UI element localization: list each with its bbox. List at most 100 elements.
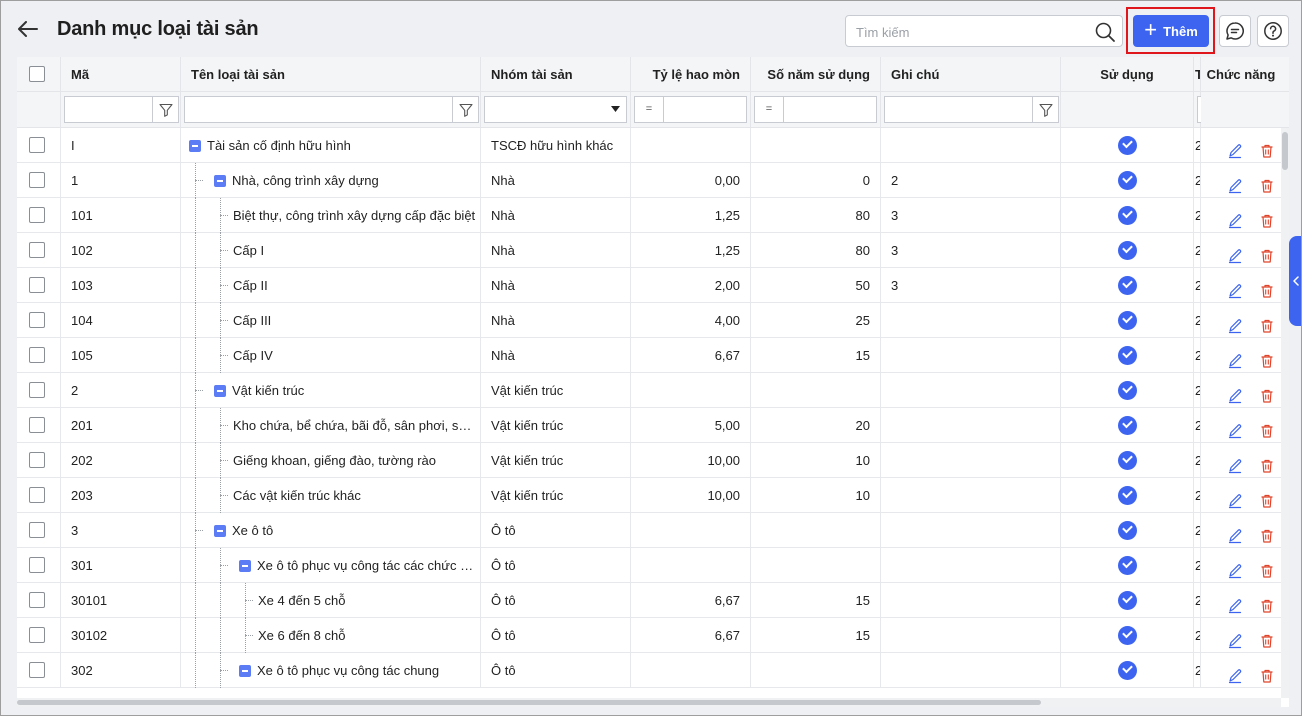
row-checkbox[interactable] xyxy=(29,627,45,643)
delete-icon[interactable] xyxy=(1259,487,1275,508)
table-row[interactable]: I Tài sản cố định hữu hình TSCĐ hữu hình k… xyxy=(17,128,1281,163)
row-checkbox[interactable] xyxy=(29,312,45,328)
row-checkbox[interactable] xyxy=(29,417,45,433)
help-button[interactable] xyxy=(1257,15,1289,47)
filter-rate-operator[interactable]: = xyxy=(634,96,664,123)
delete-icon[interactable] xyxy=(1259,662,1275,683)
table-row[interactable]: 3 Xe ô tô Ô tô 2 xyxy=(17,513,1281,548)
horizontal-scrollbar[interactable] xyxy=(17,698,1281,707)
delete-icon[interactable] xyxy=(1259,592,1275,613)
delete-icon[interactable] xyxy=(1259,172,1275,193)
header-use[interactable]: Sử dụng xyxy=(1061,57,1194,92)
edit-icon[interactable] xyxy=(1227,592,1243,614)
table-row[interactable]: 104 Cấp III Nhà4,0025 2 xyxy=(17,303,1281,338)
edit-icon[interactable] xyxy=(1227,242,1243,264)
delete-icon[interactable] xyxy=(1259,627,1275,648)
edit-icon[interactable] xyxy=(1227,382,1243,404)
collapse-icon[interactable] xyxy=(239,665,251,677)
header-name[interactable]: Tên loại tài sản xyxy=(181,57,481,92)
filter-years-operator[interactable]: = xyxy=(754,96,784,123)
table-row[interactable]: 105 Cấp IV Nhà6,6715 2 xyxy=(17,338,1281,373)
filter-name-input[interactable] xyxy=(184,96,453,123)
edit-icon[interactable] xyxy=(1227,452,1243,474)
filter-note-input[interactable] xyxy=(884,96,1033,123)
row-checkbox[interactable] xyxy=(29,242,45,258)
search-box[interactable] xyxy=(845,15,1123,47)
delete-icon[interactable] xyxy=(1259,312,1275,333)
edit-icon[interactable] xyxy=(1227,557,1243,579)
collapse-icon[interactable] xyxy=(214,525,226,537)
feedback-button[interactable] xyxy=(1219,15,1251,47)
side-panel-toggle[interactable] xyxy=(1289,236,1301,326)
header-code[interactable]: Mã xyxy=(61,57,181,92)
vertical-scroll-thumb[interactable] xyxy=(1282,132,1288,170)
table-row[interactable]: 30102 Xe 6 đến 8 chỗ Ô tô6,6715 2 xyxy=(17,618,1281,653)
table-row[interactable]: 2 Vật kiến trúc Vật kiến trúc 2 xyxy=(17,373,1281,408)
table-row[interactable]: 1Nhà, công trình xây dựngNhà0,00022 xyxy=(17,163,1281,198)
row-checkbox[interactable] xyxy=(29,382,45,398)
header-extra[interactable]: T xyxy=(1194,57,1201,92)
row-checkbox[interactable] xyxy=(29,592,45,608)
table-row[interactable]: 202 Giếng khoan, giếng đào, tường rào Vật … xyxy=(17,443,1281,478)
row-checkbox[interactable] xyxy=(29,557,45,573)
delete-icon[interactable] xyxy=(1259,522,1275,543)
edit-icon[interactable] xyxy=(1227,627,1243,649)
filter-group-select[interactable] xyxy=(484,96,627,123)
delete-icon[interactable] xyxy=(1259,452,1275,473)
edit-icon[interactable] xyxy=(1227,662,1243,684)
header-years[interactable]: Số năm sử dụng xyxy=(751,57,881,92)
row-checkbox[interactable] xyxy=(29,277,45,293)
filter-rate-input[interactable] xyxy=(664,96,747,123)
delete-icon[interactable] xyxy=(1259,557,1275,578)
delete-icon[interactable] xyxy=(1259,417,1275,438)
horizontal-scroll-thumb[interactable] xyxy=(17,700,1041,705)
collapse-icon[interactable] xyxy=(239,560,251,572)
select-all-checkbox[interactable] xyxy=(29,66,45,82)
filter-code-button[interactable] xyxy=(153,96,179,123)
table-row[interactable]: 203 Các vật kiến trúc khác Vật kiến trúc 10… xyxy=(17,478,1281,513)
edit-icon[interactable] xyxy=(1227,277,1243,299)
edit-icon[interactable] xyxy=(1227,172,1243,194)
delete-icon[interactable] xyxy=(1259,277,1275,298)
vertical-scrollbar[interactable] xyxy=(1281,128,1289,698)
filter-name-button[interactable] xyxy=(453,96,479,123)
filter-note-button[interactable] xyxy=(1033,96,1059,123)
edit-icon[interactable] xyxy=(1227,417,1243,439)
row-checkbox[interactable] xyxy=(29,487,45,503)
table-row[interactable]: 301 Xe ô tô phục vụ công tác các chức dan… xyxy=(17,548,1281,583)
collapse-icon[interactable] xyxy=(214,175,226,187)
delete-icon[interactable] xyxy=(1259,382,1275,403)
add-button[interactable]: + Thêm xyxy=(1133,15,1209,47)
table-row[interactable]: 101 Biệt thự, công trình xây dựng cấp đặc… xyxy=(17,198,1281,233)
filter-years-input[interactable] xyxy=(784,96,877,123)
row-checkbox[interactable] xyxy=(29,522,45,538)
edit-icon[interactable] xyxy=(1227,347,1243,369)
collapse-icon[interactable] xyxy=(189,140,201,152)
edit-icon[interactable] xyxy=(1227,312,1243,334)
table-row[interactable]: 30101 Xe 4 đến 5 chỗ Ô tô6,6715 2 xyxy=(17,583,1281,618)
header-rate[interactable]: Tỷ lệ hao mòn xyxy=(631,57,751,92)
table-row[interactable]: 201 Kho chứa, bể chứa, bãi đỗ, sân phơi, … xyxy=(17,408,1281,443)
edit-icon[interactable] xyxy=(1227,137,1243,159)
search-input[interactable] xyxy=(856,22,1086,42)
row-checkbox[interactable] xyxy=(29,662,45,678)
table-row[interactable]: 302 Xe ô tô phục vụ công tác chung Ô tô 2 xyxy=(17,653,1281,688)
delete-icon[interactable] xyxy=(1259,137,1275,158)
edit-icon[interactable] xyxy=(1227,207,1243,229)
header-group[interactable]: Nhóm tài sản xyxy=(481,57,631,92)
filter-code-input[interactable] xyxy=(64,96,153,123)
collapse-icon[interactable] xyxy=(214,385,226,397)
delete-icon[interactable] xyxy=(1259,347,1275,368)
row-checkbox[interactable] xyxy=(29,207,45,223)
header-note[interactable]: Ghi chú xyxy=(881,57,1061,92)
row-checkbox[interactable] xyxy=(29,172,45,188)
row-checkbox[interactable] xyxy=(29,347,45,363)
row-checkbox[interactable] xyxy=(29,137,45,153)
row-checkbox[interactable] xyxy=(29,452,45,468)
back-button[interactable] xyxy=(15,16,41,42)
edit-icon[interactable] xyxy=(1227,487,1243,509)
edit-icon[interactable] xyxy=(1227,522,1243,544)
table-row[interactable]: 102 Cấp I Nhà1,25803 2 xyxy=(17,233,1281,268)
search-icon[interactable] xyxy=(1094,21,1116,43)
table-row[interactable]: 103 Cấp II Nhà2,00503 2 xyxy=(17,268,1281,303)
